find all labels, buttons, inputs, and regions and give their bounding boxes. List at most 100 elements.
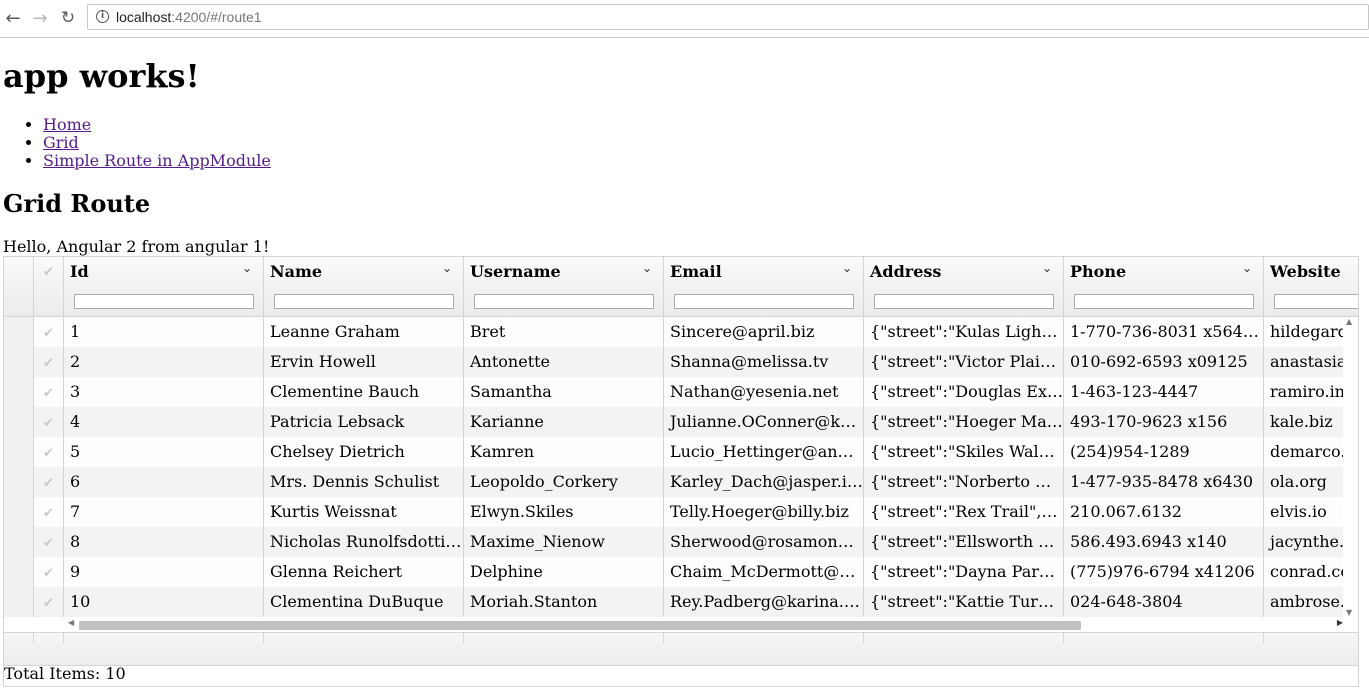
cell-phone[interactable]: 1-463-123-4447 xyxy=(1064,377,1264,407)
cell-email[interactable]: Nathan@yesenia.net xyxy=(664,377,864,407)
row-checkbox[interactable]: ✔ xyxy=(34,437,64,467)
cell-name[interactable]: Clementine Bauch xyxy=(264,377,464,407)
cell-name[interactable]: Chelsey Dietrich xyxy=(264,437,464,467)
column-header-name[interactable]: Name ⌄ xyxy=(264,257,464,316)
column-header-username[interactable]: Username ⌄ xyxy=(464,257,664,316)
row-checkbox[interactable]: ✔ xyxy=(34,587,64,617)
column-header-website[interactable]: Website xyxy=(1264,257,1358,316)
table-row[interactable]: ✔ 1 Leanne Graham Bret Sincere@april.biz… xyxy=(4,317,1345,347)
cell-email[interactable]: Julianne.OConner@kory.org xyxy=(664,407,864,437)
table-row[interactable]: ✔ 8 Nicholas Runolfsdottir V Maxime_Nien… xyxy=(4,527,1345,557)
column-header-address[interactable]: Address ⌄ xyxy=(864,257,1064,316)
cell-id[interactable]: 2 xyxy=(64,347,264,377)
filter-input-address[interactable] xyxy=(874,294,1054,309)
scroll-right-icon[interactable]: ▶ xyxy=(1337,618,1343,627)
scroll-left-icon[interactable]: ◀ xyxy=(68,618,74,627)
cell-website[interactable]: ambrose.net xyxy=(1264,587,1345,617)
scroll-up-icon[interactable]: ▲ xyxy=(1346,317,1352,326)
cell-name[interactable]: Patricia Lebsack xyxy=(264,407,464,437)
cell-username[interactable]: Samantha xyxy=(464,377,664,407)
arrow-right-icon[interactable]: → xyxy=(29,7,51,29)
table-row[interactable]: ✔ 7 Kurtis Weissnat Elwyn.Skiles Telly.H… xyxy=(4,497,1345,527)
cell-website[interactable]: anastasia.net xyxy=(1264,347,1345,377)
vertical-scrollbar[interactable]: ▲ ▼ xyxy=(1343,317,1358,617)
cell-username[interactable]: Maxime_Nienow xyxy=(464,527,664,557)
filter-input-website[interactable] xyxy=(1274,294,1358,309)
row-checkbox[interactable]: ✔ xyxy=(34,347,64,377)
chevron-down-icon[interactable]: ⌄ xyxy=(1242,261,1252,275)
cell-address[interactable]: {"street":"Victor Plains","suite":"Suite… xyxy=(864,347,1064,377)
column-header-phone[interactable]: Phone ⌄ xyxy=(1064,257,1264,316)
cell-phone[interactable]: (254)954-1289 xyxy=(1064,437,1264,467)
cell-email[interactable]: Lucio_Hettinger@annie.ca xyxy=(664,437,864,467)
row-checkbox[interactable]: ✔ xyxy=(34,497,64,527)
cell-phone[interactable]: 1-770-736-8031 x56442 xyxy=(1064,317,1264,347)
cell-website[interactable]: ola.org xyxy=(1264,467,1345,497)
cell-name[interactable]: Kurtis Weissnat xyxy=(264,497,464,527)
cell-username[interactable]: Leopoldo_Corkery xyxy=(464,467,664,497)
table-row[interactable]: ✔ 5 Chelsey Dietrich Kamren Lucio_Hettin… xyxy=(4,437,1345,467)
cell-username[interactable]: Moriah.Stanton xyxy=(464,587,664,617)
cell-address[interactable]: {"street":"Norberto Crossing","suite":"A… xyxy=(864,467,1064,497)
cell-name[interactable]: Glenna Reichert xyxy=(264,557,464,587)
table-row[interactable]: ✔ 6 Mrs. Dennis Schulist Leopoldo_Corker… xyxy=(4,467,1345,497)
cell-website[interactable]: conrad.com xyxy=(1264,557,1345,587)
chevron-down-icon[interactable]: ⌄ xyxy=(842,261,852,275)
cell-phone[interactable]: 210.067.6132 xyxy=(1064,497,1264,527)
cell-id[interactable]: 9 xyxy=(64,557,264,587)
cell-id[interactable]: 1 xyxy=(64,317,264,347)
filter-input-name[interactable] xyxy=(274,294,454,309)
filter-input-email[interactable] xyxy=(674,294,854,309)
chevron-down-icon[interactable]: ⌄ xyxy=(242,261,252,275)
cell-phone[interactable]: 493-170-9623 x156 xyxy=(1064,407,1264,437)
cell-phone[interactable]: (775)976-6794 x41206 xyxy=(1064,557,1264,587)
chevron-down-icon[interactable]: ⌄ xyxy=(442,261,452,275)
cell-id[interactable]: 6 xyxy=(64,467,264,497)
cell-address[interactable]: {"street":"Rex Trail","suite":"Suite 280… xyxy=(864,497,1064,527)
cell-address[interactable]: {"street":"Douglas Extension","suite":"S… xyxy=(864,377,1064,407)
cell-email[interactable]: Sherwood@rosamond.me xyxy=(664,527,864,557)
row-checkbox[interactable]: ✔ xyxy=(34,527,64,557)
address-bar[interactable]: i localhost:4200/#/route1 xyxy=(87,4,1369,30)
table-row[interactable]: ✔ 3 Clementine Bauch Samantha Nathan@yes… xyxy=(4,377,1345,407)
column-header-email[interactable]: Email ⌄ xyxy=(664,257,864,316)
cell-website[interactable]: jacynthe.com xyxy=(1264,527,1345,557)
cell-phone[interactable]: 024-648-3804 xyxy=(1064,587,1264,617)
cell-website[interactable]: demarco.info xyxy=(1264,437,1345,467)
reload-icon[interactable]: ↻ xyxy=(57,7,79,29)
info-icon[interactable]: i xyxy=(96,10,109,23)
cell-username[interactable]: Elwyn.Skiles xyxy=(464,497,664,527)
scrollbar-thumb[interactable] xyxy=(79,621,1081,630)
cell-website[interactable]: elvis.io xyxy=(1264,497,1345,527)
nav-link-home[interactable]: Home xyxy=(43,115,91,134)
row-checkbox[interactable]: ✔ xyxy=(34,377,64,407)
cell-phone[interactable]: 010-692-6593 x09125 xyxy=(1064,347,1264,377)
cell-username[interactable]: Bret xyxy=(464,317,664,347)
column-header-id[interactable]: Id ⌄ xyxy=(64,257,264,316)
cell-email[interactable]: Rey.Padberg@karina.biz xyxy=(664,587,864,617)
cell-name[interactable]: Mrs. Dennis Schulist xyxy=(264,467,464,497)
cell-email[interactable]: Telly.Hoeger@billy.biz xyxy=(664,497,864,527)
cell-name[interactable]: Leanne Graham xyxy=(264,317,464,347)
nav-link-simple-route[interactable]: Simple Route in AppModule xyxy=(43,151,271,170)
cell-address[interactable]: {"street":"Ellsworth Summit","suite":"Su… xyxy=(864,527,1064,557)
horizontal-scrollbar[interactable]: ◀ ▶ xyxy=(64,617,1345,632)
row-checkbox[interactable]: ✔ xyxy=(34,557,64,587)
table-row[interactable]: ✔ 10 Clementina DuBuque Moriah.Stanton R… xyxy=(4,587,1345,617)
cell-username[interactable]: Delphine xyxy=(464,557,664,587)
cell-website[interactable]: hildegard.org xyxy=(1264,317,1345,347)
cell-username[interactable]: Kamren xyxy=(464,437,664,467)
select-all-checkbox[interactable]: ✔ xyxy=(34,257,64,316)
arrow-left-icon[interactable]: ← xyxy=(2,7,24,29)
filter-input-username[interactable] xyxy=(474,294,654,309)
cell-name[interactable]: Clementina DuBuque xyxy=(264,587,464,617)
filter-input-phone[interactable] xyxy=(1074,294,1254,309)
cell-id[interactable]: 8 xyxy=(64,527,264,557)
cell-phone[interactable]: 1-477-935-8478 x6430 xyxy=(1064,467,1264,497)
cell-address[interactable]: {"street":"Kattie Turnpike","suite":"Sui… xyxy=(864,587,1064,617)
cell-name[interactable]: Nicholas Runolfsdottir V xyxy=(264,527,464,557)
cell-phone[interactable]: 586.493.6943 x140 xyxy=(1064,527,1264,557)
cell-id[interactable]: 4 xyxy=(64,407,264,437)
cell-email[interactable]: Shanna@melissa.tv xyxy=(664,347,864,377)
row-checkbox[interactable]: ✔ xyxy=(34,467,64,497)
